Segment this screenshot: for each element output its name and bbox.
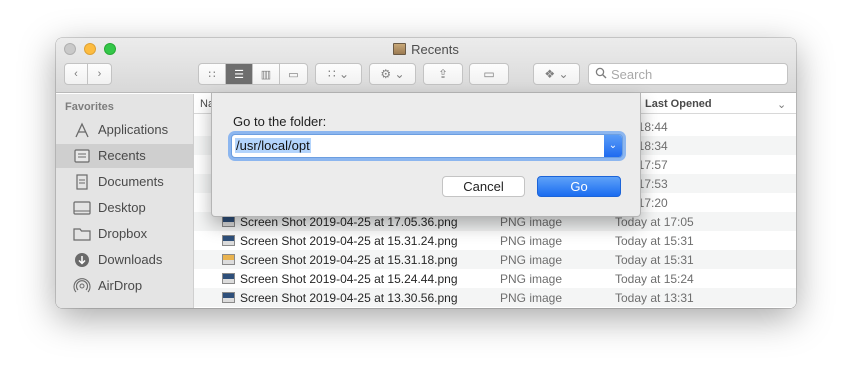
png-file-icon (222, 292, 235, 303)
table-row[interactable]: Screen Shot 2019-04-25 at 15.24.44.png PN… (194, 269, 796, 288)
sidebar: Favorites Applications Recents Documents… (56, 94, 194, 308)
titlebar: Recents ‹ › ∷ ☰ ▥ ▭ ∷ ⌄ ⚙ ⌄ ⇪ ▭ ❖ ⌄ Sear… (56, 38, 796, 93)
png-file-icon (222, 216, 235, 227)
icon-view-button[interactable]: ∷ (199, 64, 226, 84)
gear-icon: ⚙ (380, 67, 392, 81)
group-by-button[interactable]: ∷ ⌄ (315, 63, 362, 85)
search-field[interactable]: Search (588, 63, 788, 85)
png-file-icon (222, 254, 235, 265)
row-name: Screen Shot 2019-04-25 at 13.30.56.png (240, 291, 458, 305)
sidebar-item-label: AirDrop (98, 278, 143, 293)
sidebar-item-downloads[interactable]: Downloads (56, 248, 193, 272)
window-title-label: Recents (411, 42, 459, 57)
folder-icon (73, 228, 91, 241)
search-placeholder: Search (611, 67, 653, 82)
forward-button[interactable]: › (88, 64, 111, 84)
row-name: Screen Shot 2019-04-25 at 15.31.24.png (240, 234, 458, 248)
recents-title-icon (393, 43, 407, 55)
dropbox-icon: ❖ (544, 67, 556, 81)
row-name: Screen Shot 2019-04-25 at 17.05.36.png (240, 215, 458, 229)
airdrop-icon (73, 278, 91, 293)
table-row[interactable]: Screen Shot 2019-04-25 at 15.31.18.png PN… (194, 250, 796, 269)
column-header-last-opened[interactable]: Last Opened (645, 98, 712, 110)
sidebar-heading: Favorites (65, 101, 114, 113)
sidebar-item-label: Dropbox (98, 226, 148, 241)
list-view-button[interactable]: ☰ (226, 64, 253, 84)
sidebar-item-label: Applications (98, 122, 169, 137)
png-file-icon (222, 235, 235, 246)
dropbox-button[interactable]: ❖ ⌄ (533, 63, 580, 85)
go-button[interactable]: Go (537, 176, 621, 197)
chevron-right-icon: › (97, 68, 102, 80)
share-button[interactable]: ⇪ (423, 63, 463, 85)
back-forward-buttons: ‹ › (64, 63, 112, 85)
chevron-left-icon: ‹ (74, 68, 78, 80)
go-to-folder-sheet: Go to the folder: /usr/local/opt ⌄ Cance… (211, 93, 641, 217)
row-kind: PNG image (500, 272, 563, 286)
action-button[interactable]: ⚙ ⌄ (369, 63, 416, 85)
sidebar-item-documents[interactable]: Documents (56, 170, 193, 194)
sidebar-item-label: Desktop (98, 200, 146, 215)
recents-icon (74, 149, 90, 163)
chevron-down-icon: ⌄ (558, 67, 569, 81)
search-icon (595, 67, 607, 79)
column-view-button[interactable]: ▥ (253, 64, 280, 84)
chevron-down-icon: ⌄ (338, 67, 350, 81)
chevron-down-icon: ⌄ (394, 67, 405, 81)
table-row[interactable]: Screen Shot 2019-04-25 at 15.31.24.png PN… (194, 231, 796, 250)
sidebar-item-desktop[interactable]: Desktop (56, 196, 193, 220)
applications-icon (75, 122, 89, 138)
cancel-button[interactable]: Cancel (442, 176, 525, 197)
downloads-icon (75, 253, 89, 267)
row-kind: PNG image (500, 234, 563, 248)
sheet-label: Go to the folder: (233, 114, 327, 129)
row-date: Today at 13:31 (615, 291, 694, 305)
sidebar-item-dropbox[interactable]: Dropbox (56, 222, 193, 246)
sidebar-item-label: Recents (98, 148, 146, 163)
grid-icon: ∷ (327, 67, 336, 81)
row-name: Screen Shot 2019-04-25 at 15.31.18.png (240, 253, 458, 267)
desktop-icon (73, 201, 91, 215)
folder-path-combobox[interactable]: /usr/local/opt ⌄ (231, 134, 623, 158)
tag-icon: ▭ (483, 67, 495, 81)
chevron-down-icon[interactable]: ⌄ (777, 98, 786, 111)
sidebar-item-label: Documents (98, 174, 164, 189)
sidebar-item-recents[interactable]: Recents (56, 144, 193, 168)
row-name: Screen Shot 2019-04-25 at 15.24.44.png (240, 272, 458, 286)
png-file-icon (222, 273, 235, 284)
sidebar-item-airdrop[interactable]: AirDrop (56, 274, 193, 298)
back-button[interactable]: ‹ (65, 64, 88, 84)
tags-button[interactable]: ▭ (469, 63, 509, 85)
row-date: Today at 15:31 (615, 253, 694, 267)
documents-icon (76, 174, 88, 190)
sidebar-item-label: Downloads (98, 252, 163, 267)
row-date: Today at 17:05 (615, 215, 694, 229)
row-kind: PNG image (500, 253, 563, 267)
share-icon: ⇪ (437, 67, 449, 81)
folder-path-input[interactable]: /usr/local/opt (235, 138, 311, 153)
row-kind: PNG image (500, 291, 563, 305)
window-title: Recents (56, 42, 796, 57)
sidebar-item-applications[interactable]: Applications (56, 118, 193, 142)
view-mode-control: ∷ ☰ ▥ ▭ (198, 63, 308, 85)
chevron-down-icon: ⌄ (608, 140, 618, 151)
row-kind: PNG image (500, 215, 563, 229)
row-date: Today at 15:31 (615, 234, 694, 248)
gallery-view-button[interactable]: ▭ (280, 64, 307, 84)
row-date: Today at 15:24 (615, 272, 694, 286)
combobox-dropdown-button[interactable]: ⌄ (604, 135, 622, 157)
table-row[interactable]: Screen Shot 2019-04-25 at 13.30.56.png PN… (194, 288, 796, 307)
